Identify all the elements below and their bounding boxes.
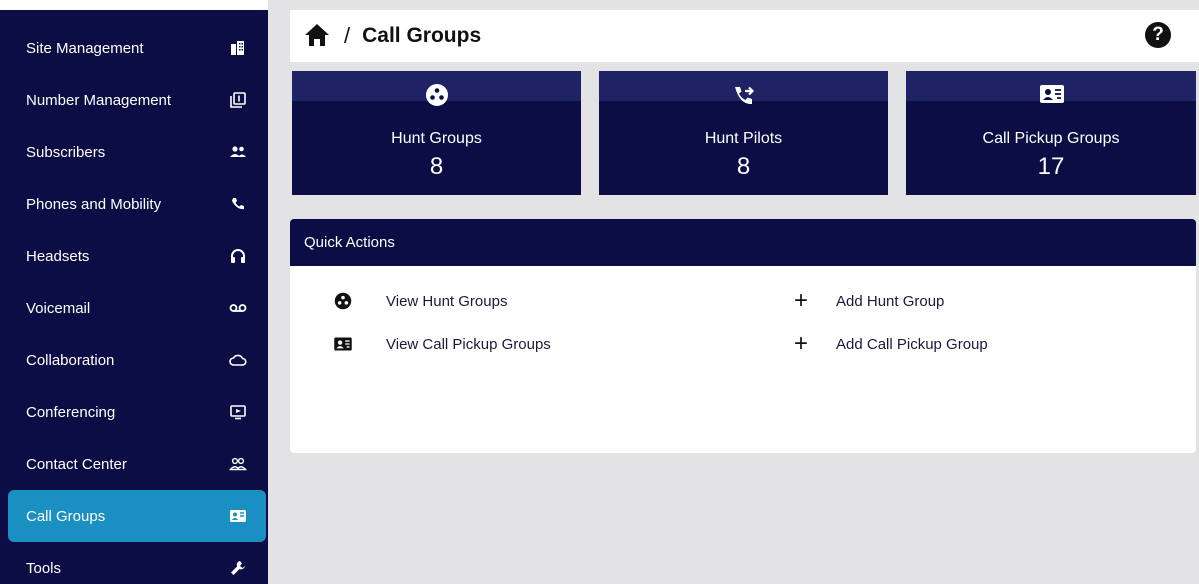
- sidebar-item-contact-center[interactable]: Contact Center: [8, 438, 266, 490]
- sidebar-item-label: Subscribers: [26, 143, 106, 161]
- sidebar-item-call-groups[interactable]: Call Groups: [8, 490, 266, 542]
- sidebar-item-label: Voicemail: [26, 299, 91, 317]
- link-label: View Call Pickup Groups: [386, 335, 551, 353]
- sidebar-item-collaboration[interactable]: Collaboration: [8, 334, 266, 386]
- sidebar-item-label: Number Management: [26, 91, 172, 109]
- view-hunt-groups-link[interactable]: View Hunt Groups: [332, 291, 507, 311]
- sidebar-item-label: Headsets: [26, 247, 90, 265]
- phone-forward-icon: [732, 83, 756, 107]
- card-label: Hunt Pilots: [704, 130, 783, 147]
- quick-actions-title: Quick Actions: [290, 219, 1196, 266]
- app-window: Site Management Number Management Subscr…: [0, 0, 1199, 584]
- phone-icon: [228, 194, 248, 214]
- stat-card-call-pickup-groups[interactable]: Call Pickup Groups 17: [906, 71, 1196, 195]
- sidebar-item-label: Phones and Mobility: [26, 195, 162, 213]
- sidebar-item-site-management[interactable]: Site Management: [8, 22, 266, 74]
- page-title: Call Groups: [362, 24, 482, 47]
- link-label: View Hunt Groups: [386, 292, 508, 310]
- sidebar-item-subscribers[interactable]: Subscribers: [8, 126, 266, 178]
- sidebar-item-label: Tools: [26, 559, 62, 577]
- contact-card-icon: [228, 506, 248, 526]
- people-icon: [228, 142, 248, 162]
- sidebar-item-headsets[interactable]: Headsets: [8, 230, 266, 282]
- link-label: Add Hunt Group: [836, 292, 945, 310]
- card-label: Call Pickup Groups: [982, 130, 1120, 147]
- sidebar-item-number-management[interactable]: Number Management: [8, 74, 266, 126]
- sidebar-item-phones-and-mobility[interactable]: Phones and Mobility: [8, 178, 266, 230]
- number-box-icon: [228, 90, 248, 110]
- plus-icon: +: [793, 287, 808, 314]
- add-hunt-group-link[interactable]: + Add Hunt Group: [790, 287, 945, 314]
- help-icon[interactable]: ?: [1145, 22, 1171, 48]
- sidebar-item-label: Contact Center: [26, 455, 127, 473]
- sidebar-item-label: Site Management: [26, 39, 144, 57]
- sidebar-item-tools[interactable]: Tools: [8, 542, 266, 584]
- quick-actions-panel: Quick Actions View Hunt Groups View Call…: [290, 219, 1196, 453]
- card-count: 8: [429, 153, 444, 180]
- breadcrumb-separator: /: [344, 23, 351, 48]
- sidebar-item-label: Collaboration: [26, 351, 115, 369]
- contact-card-icon: [1039, 83, 1064, 107]
- card-count: 8: [736, 153, 751, 180]
- card-label: Hunt Groups: [391, 130, 482, 147]
- group-outline-icon: [228, 454, 248, 474]
- sidebar-item-conferencing[interactable]: Conferencing: [8, 386, 266, 438]
- presentation-icon: [228, 402, 248, 422]
- view-call-pickup-groups-link[interactable]: View Call Pickup Groups: [332, 334, 551, 354]
- headset-icon: [228, 246, 248, 266]
- sidebar-item-voicemail[interactable]: Voicemail: [8, 282, 266, 334]
- stat-card-hunt-groups[interactable]: Hunt Groups 8: [292, 71, 581, 195]
- hunt-group-icon: [425, 83, 449, 107]
- sidebar-edge: [268, 0, 278, 584]
- add-call-pickup-group-link[interactable]: + Add Call Pickup Group: [790, 330, 988, 357]
- plus-icon: +: [793, 330, 808, 357]
- stat-card-hunt-pilots[interactable]: Hunt Pilots 8: [599, 71, 888, 195]
- sidebar-item-label: Call Groups: [26, 507, 106, 525]
- building-icon: [228, 38, 248, 58]
- hunt-group-icon: [332, 291, 354, 311]
- wrench-icon: [228, 558, 248, 578]
- page-header: / Call Groups ?: [290, 10, 1199, 62]
- voicemail-icon: [228, 298, 248, 318]
- home-icon[interactable]: [304, 23, 330, 49]
- sidebar-item-label: Conferencing: [26, 403, 116, 421]
- link-label: Add Call Pickup Group: [836, 335, 988, 353]
- contact-card-icon: [332, 334, 354, 354]
- sidebar: Site Management Number Management Subscr…: [0, 0, 278, 584]
- cloud-icon: [228, 350, 248, 370]
- card-count: 17: [1037, 153, 1065, 180]
